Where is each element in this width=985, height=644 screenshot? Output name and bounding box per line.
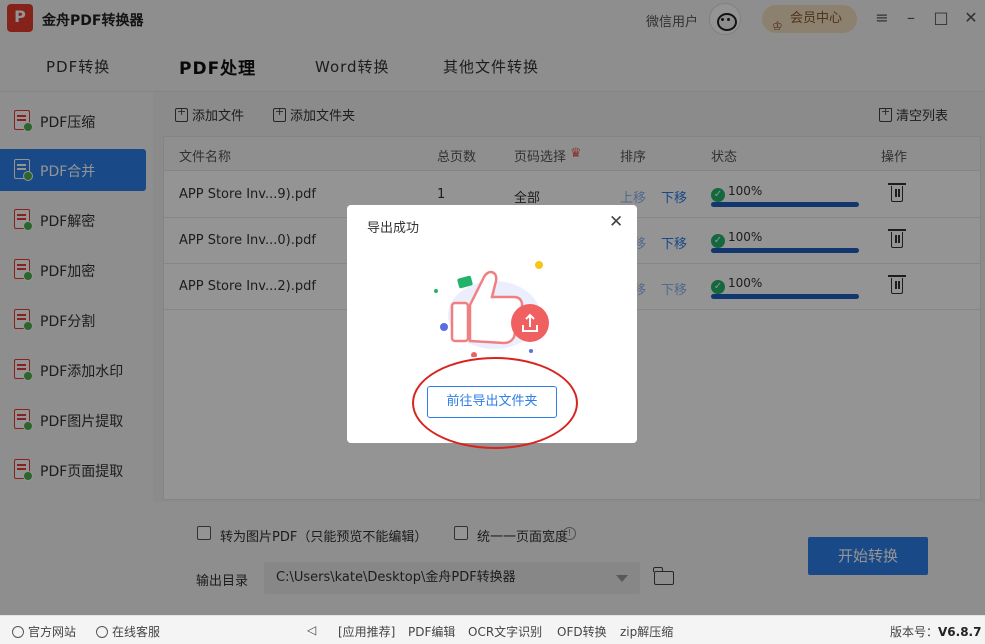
version-label: 版本号： <box>890 625 939 639</box>
version-number: V6.8.7 <box>938 625 982 639</box>
version-info: 版本号：V6.8.7 <box>890 623 981 640</box>
dialog-title: 导出成功 <box>367 221 420 236</box>
confetti-dot <box>529 349 533 353</box>
megaphone-icon: ◁ <box>307 623 317 637</box>
dialog-close-icon[interactable]: ✕ <box>609 214 623 231</box>
promo-label: [应用推荐] <box>338 625 396 639</box>
footer-link-zip[interactable]: zip解压缩 <box>620 623 673 640</box>
official-site-link[interactable]: 官方网站 <box>12 623 76 640</box>
footer-link-ocr[interactable]: OCR文字识别 <box>468 623 542 640</box>
footer-link-ofd[interactable]: OFD转换 <box>557 623 607 640</box>
online-support-label: 在线客服 <box>112 625 161 639</box>
annotation-ellipse <box>412 357 578 449</box>
confetti-dot <box>535 261 543 269</box>
thumbs-up-illustration <box>434 261 549 357</box>
thumb-cuff <box>450 301 470 343</box>
headset-icon <box>96 626 108 638</box>
confetti-dot <box>471 352 477 357</box>
confetti-dot <box>434 289 438 293</box>
footer: 官方网站 在线客服 ◁ [应用推荐] PDF编辑 OCR文字识别 OFD转换 z… <box>0 615 985 644</box>
footer-link-pdf-edit[interactable]: PDF编辑 <box>408 623 455 640</box>
confetti-dot <box>440 323 448 331</box>
online-support-link[interactable]: 在线客服 <box>96 623 160 640</box>
official-site-label: 官方网站 <box>28 625 77 639</box>
home-icon <box>12 626 24 638</box>
